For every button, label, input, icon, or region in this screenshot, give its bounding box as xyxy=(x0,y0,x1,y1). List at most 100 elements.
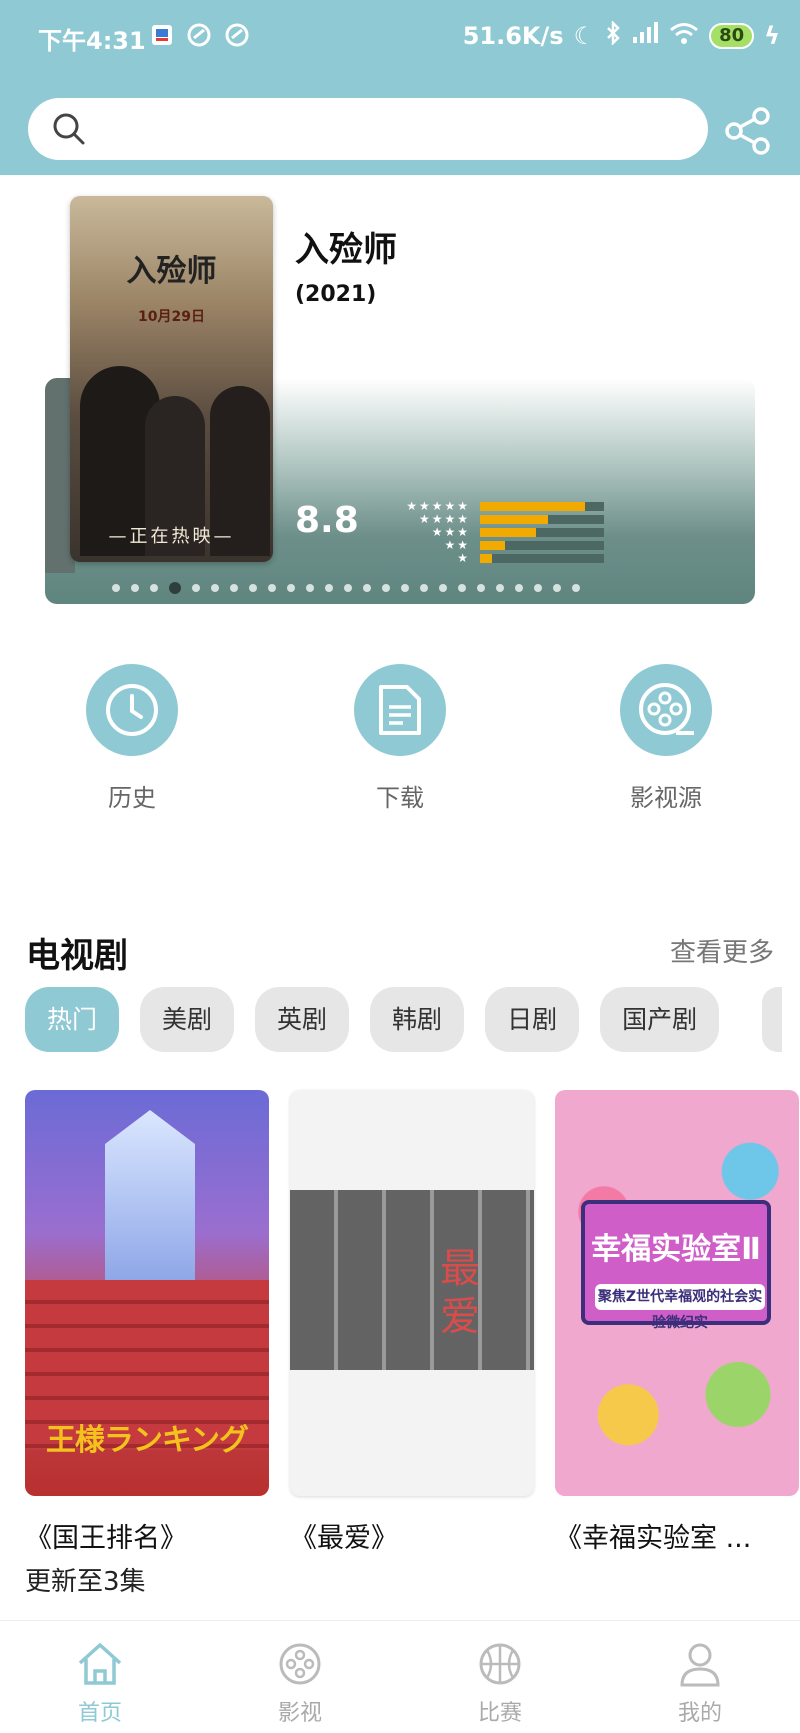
carousel-dot[interactable] xyxy=(496,584,504,592)
movie-title: 入殓师 xyxy=(295,230,397,270)
nav-match[interactable]: 比赛 xyxy=(440,1641,560,1727)
movie-score: 8.8 xyxy=(295,500,359,541)
carousel-dot[interactable] xyxy=(363,584,371,592)
carousel-dot[interactable] xyxy=(401,584,409,592)
download-label: 下载 xyxy=(376,784,424,812)
carousel-dot[interactable] xyxy=(325,584,333,592)
search-input[interactable] xyxy=(98,108,678,150)
poster-date: 10月29日 xyxy=(138,309,205,325)
movie-year: (2021) xyxy=(295,282,377,307)
carousel-dot[interactable] xyxy=(131,584,139,592)
film-icon xyxy=(276,1643,324,1691)
status-right: 51.6K/s ☾ 80 ϟ xyxy=(462,19,780,51)
show-poster[interactable]: 最爱 xyxy=(290,1090,534,1496)
star-row-5: ★★★★★ xyxy=(406,499,470,513)
carousel-dot[interactable] xyxy=(287,584,295,592)
rating-bar-fill xyxy=(480,528,536,537)
show-card[interactable]: 最爱 《最爱》 xyxy=(290,1090,534,1561)
carousel-dot[interactable] xyxy=(477,584,485,592)
film-reel-icon xyxy=(620,664,712,756)
nav-match-label: 比赛 xyxy=(477,1701,522,1726)
nav-mine-label: 我的 xyxy=(677,1701,722,1726)
poster-text: 最爱 xyxy=(440,1246,480,1340)
rating-bar-track xyxy=(480,502,604,511)
carousel-dot[interactable] xyxy=(150,584,158,592)
carousel-dot[interactable] xyxy=(534,584,542,592)
charging-icon: ϟ xyxy=(764,22,780,50)
carousel-dot[interactable] xyxy=(306,584,314,592)
carousel-dot[interactable] xyxy=(515,584,523,592)
source-action[interactable]: 影视源 xyxy=(596,664,736,813)
carousel-dot[interactable] xyxy=(268,584,276,592)
tab-cn[interactable]: 国产剧 xyxy=(600,987,720,1052)
rating-bar-fill xyxy=(480,502,586,511)
rating-bar-track xyxy=(480,515,604,524)
nav-mine[interactable]: 我的 xyxy=(640,1641,760,1727)
nav-home-label: 首页 xyxy=(77,1701,122,1726)
tab-kr[interactable]: 韩剧 xyxy=(370,987,465,1052)
carousel-dot[interactable] xyxy=(572,584,580,592)
poster-text: 幸福实验室Ⅱ xyxy=(591,1232,761,1267)
rating-bar-fill xyxy=(480,541,505,550)
rating-bar-track xyxy=(480,528,604,537)
user-icon xyxy=(676,1643,724,1691)
star-row-4: ★★★★ xyxy=(418,512,470,526)
rating-star-labels: ★★★★★ ★★★★ ★★★ ★★ ★ xyxy=(390,500,470,565)
show-card[interactable]: 王様ランキング 《国王排名》 更新至3集 xyxy=(25,1090,269,1598)
history-action[interactable]: 历史 xyxy=(62,664,202,813)
moon-icon: ☾ xyxy=(573,22,596,50)
sync-icon-2 xyxy=(224,22,250,54)
search-bar[interactable] xyxy=(28,98,708,160)
app-notification-icon xyxy=(150,23,174,53)
bottom-navigation: 首页 影视 比赛 我的 xyxy=(0,1620,800,1733)
search-icon xyxy=(52,112,86,150)
tab-uk[interactable]: 英剧 xyxy=(255,987,350,1052)
show-poster[interactable]: 幸福实验室Ⅱ 聚焦Z世代幸福观的社会实验微纪实 xyxy=(555,1090,799,1496)
show-title: 《幸福实验室 ... xyxy=(555,1523,752,1554)
rating-distribution xyxy=(480,502,604,567)
status-bar: 下午4:31 51.6K/s ☾ 80 ϟ xyxy=(0,0,800,72)
tab-hot[interactable]: 热门 xyxy=(25,987,120,1052)
category-tabs: 热门 美剧 英剧 韩剧 日剧 国产剧 xyxy=(25,987,720,1052)
carousel-dot[interactable] xyxy=(420,584,428,592)
poster-text: 王様ランキング xyxy=(45,1423,249,1458)
net-speed: 51.6K/s xyxy=(462,22,564,50)
carousel-dot[interactable] xyxy=(458,584,466,592)
carousel-dot[interactable] xyxy=(230,584,238,592)
poster-footer: —正在热映— xyxy=(108,526,235,547)
nav-home[interactable]: 首页 xyxy=(40,1641,160,1727)
carousel-dot[interactable] xyxy=(169,582,181,594)
nav-video-label: 影视 xyxy=(277,1701,322,1726)
star-row-3: ★★★ xyxy=(431,525,470,539)
poster-art xyxy=(105,1110,195,1280)
carousel-dot[interactable] xyxy=(211,584,219,592)
rating-bar-fill xyxy=(480,554,493,563)
carousel-dot[interactable] xyxy=(553,584,561,592)
signal-icon xyxy=(631,21,659,51)
carousel-indicator[interactable] xyxy=(112,582,580,594)
see-more-link[interactable]: 查看更多 xyxy=(670,932,774,969)
section-title: 电视剧 xyxy=(26,936,128,976)
carousel-dot[interactable] xyxy=(382,584,390,592)
clock-icon xyxy=(86,664,178,756)
carousel-dot[interactable] xyxy=(344,584,352,592)
carousel-dot[interactable] xyxy=(192,584,200,592)
tab-overflow[interactable] xyxy=(762,987,782,1052)
battery-indicator: 80 xyxy=(709,23,755,49)
carousel-dot[interactable] xyxy=(439,584,447,592)
nav-video[interactable]: 影视 xyxy=(240,1641,360,1727)
tab-us[interactable]: 美剧 xyxy=(140,987,235,1052)
show-poster[interactable]: 王様ランキング xyxy=(25,1090,269,1496)
tab-jp[interactable]: 日剧 xyxy=(485,987,580,1052)
download-action[interactable]: 下载 xyxy=(330,664,470,813)
carousel-dot[interactable] xyxy=(112,584,120,592)
bluetooth-icon xyxy=(605,19,621,51)
share-icon[interactable] xyxy=(722,105,774,157)
header-bar: 下午4:31 51.6K/s ☾ 80 ϟ xyxy=(0,0,800,175)
poster-title: 入殓师 xyxy=(126,254,217,289)
carousel-dot[interactable] xyxy=(249,584,257,592)
movie-poster[interactable]: 入殓师 10月29日 —正在热映— xyxy=(70,196,273,562)
history-label: 历史 xyxy=(108,784,156,812)
show-card[interactable]: 幸福实验室Ⅱ 聚焦Z世代幸福观的社会实验微纪实 《幸福实验室 ... xyxy=(555,1090,799,1561)
poster-subtext: 聚焦Z世代幸福观的社会实验微纪实 xyxy=(595,1284,765,1331)
